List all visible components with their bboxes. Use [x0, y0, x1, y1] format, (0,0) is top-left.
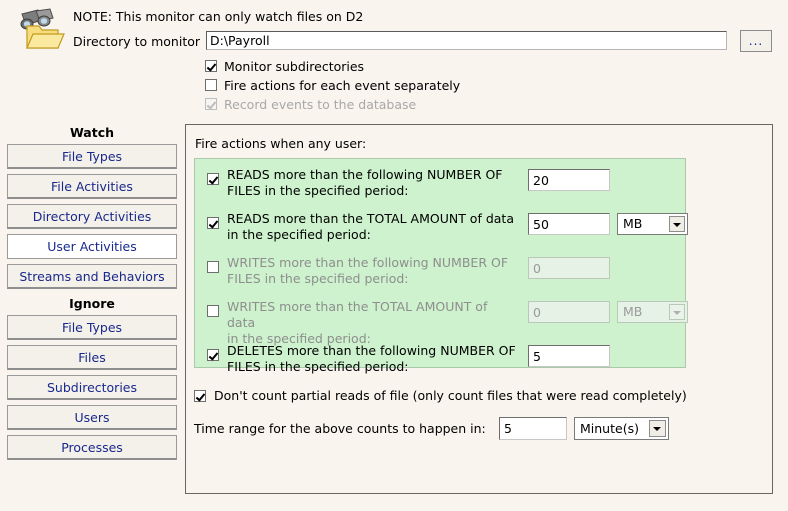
option-label: Fire actions for each event separately	[224, 77, 461, 93]
option-dont-count-partial-reads[interactable]: Don't count partial reads of file (only …	[194, 388, 687, 403]
select-reads-total-amount-unit[interactable]: MB	[617, 213, 688, 235]
directory-input[interactable]	[206, 31, 727, 50]
sidebar-heading-ignore: Ignore	[69, 296, 115, 311]
rule-label-line1: DELETES more than the following NUMBER O…	[227, 343, 516, 358]
sidebar: Watch File Types File Activities Directo…	[0, 124, 184, 511]
sidebar-item-ignore-subdirectories[interactable]: Subdirectories	[7, 375, 177, 400]
checkbox-reads-total-amount[interactable]	[207, 217, 219, 229]
rule-label-deletes-file-count: DELETES more than the following NUMBER O…	[227, 343, 517, 375]
input-deletes-file-count[interactable]	[528, 345, 610, 367]
sidebar-item-ignore-processes[interactable]: Processes	[7, 435, 177, 460]
input-writes-file-count	[528, 257, 610, 279]
option-record-events-to-database: Record events to the database	[205, 95, 416, 113]
rule-row-writes-file-count[interactable]: WRITES more than the following NUMBER OF…	[195, 255, 685, 295]
option-label: Monitor subdirectories	[224, 58, 365, 74]
chevron-down-icon	[669, 304, 685, 320]
checkbox-monitor-subdirectories[interactable]	[205, 60, 217, 72]
directory-label: Directory to monitor	[73, 34, 201, 49]
chevron-down-icon[interactable]	[649, 420, 666, 437]
rule-label-writes-total-amount: WRITES more than the TOTAL AMOUNT of dat…	[227, 299, 517, 347]
rule-label-reads-total-amount: READS more than the TOTAL AMOUNT of data…	[227, 211, 517, 243]
rule-label-line2: in the specified period:	[227, 227, 371, 242]
checkbox-reads-file-count[interactable]	[207, 173, 219, 185]
select-writes-total-amount-unit: MB	[617, 301, 688, 323]
checkbox-dont-count-partial-reads[interactable]	[194, 389, 206, 402]
rule-label-line2: FILES in the specified period:	[227, 183, 409, 198]
checkbox-deletes-file-count[interactable]	[207, 349, 219, 361]
rule-label-line2: FILES in the specified period:	[227, 271, 409, 286]
time-range-label: Time range for the above counts to happe…	[194, 421, 486, 436]
checkbox-fire-actions-separately[interactable]	[205, 79, 217, 91]
option-label: Record events to the database	[224, 96, 417, 112]
sidebar-item-watch-file-activities[interactable]: File Activities	[7, 174, 177, 199]
rule-label-line1: WRITES more than the TOTAL AMOUNT of dat…	[227, 299, 488, 330]
main-panel: Fire actions when any user: READS more t…	[185, 124, 773, 494]
rule-row-reads-total-amount[interactable]: READS more than the TOTAL AMOUNT of data…	[195, 211, 688, 251]
sidebar-item-watch-streams-and-behaviors[interactable]: Streams and Behaviors	[7, 264, 177, 289]
rule-label-line2: FILES in the specified period:	[227, 359, 409, 374]
rule-row-deletes-file-count[interactable]: DELETES more than the following NUMBER O…	[195, 343, 685, 383]
chevron-down-icon[interactable]	[669, 216, 685, 232]
rule-label-line1: WRITES more than the following NUMBER OF	[227, 255, 509, 270]
rule-row-writes-total-amount[interactable]: WRITES more than the TOTAL AMOUNT of dat…	[195, 299, 688, 346]
option-monitor-subdirectories[interactable]: Monitor subdirectories	[205, 57, 364, 75]
sidebar-item-ignore-file-types[interactable]: File Types	[7, 315, 177, 340]
sidebar-item-ignore-files[interactable]: Files	[7, 345, 177, 370]
selected-unit-label: Minute(s)	[580, 421, 639, 436]
note-text: NOTE: This monitor can only watch files …	[73, 9, 364, 24]
time-range-input[interactable]	[499, 417, 567, 440]
sidebar-heading-watch: Watch	[69, 125, 115, 140]
rule-label-reads-file-count: READS more than the following NUMBER OF …	[227, 167, 517, 199]
rule-label-line1: READS more than the TOTAL AMOUNT of data	[227, 211, 514, 226]
header-section: NOTE: This monitor can only watch files …	[0, 0, 788, 122]
input-writes-total-amount	[528, 301, 610, 323]
panel-title: Fire actions when any user:	[195, 136, 367, 151]
rule-row-reads-file-count[interactable]: READS more than the following NUMBER OF …	[195, 167, 685, 207]
browse-button[interactable]: ...	[740, 30, 772, 52]
rule-label-line1: READS more than the following NUMBER OF	[227, 167, 503, 182]
input-reads-file-count[interactable]	[528, 169, 610, 191]
selected-unit-label: MB	[623, 216, 643, 231]
input-reads-total-amount[interactable]	[528, 213, 610, 235]
selected-unit-label: MB	[623, 304, 643, 319]
option-label: Don't count partial reads of file (only …	[214, 388, 687, 403]
checkbox-record-events-to-database	[205, 98, 217, 110]
checkbox-writes-total-amount[interactable]	[207, 305, 219, 317]
sidebar-item-watch-file-types[interactable]: File Types	[7, 144, 177, 169]
rules-group: READS more than the following NUMBER OF …	[194, 158, 688, 374]
folder-monitor-icon	[20, 8, 65, 49]
checkbox-writes-file-count[interactable]	[207, 261, 219, 273]
sidebar-item-watch-user-activities[interactable]: User Activities	[7, 234, 177, 259]
select-time-range-unit[interactable]: Minute(s)	[574, 417, 669, 440]
option-fire-actions-separately[interactable]: Fire actions for each event separately	[205, 76, 460, 94]
sidebar-item-ignore-users[interactable]: Users	[7, 405, 177, 430]
sidebar-item-watch-directory-activities[interactable]: Directory Activities	[7, 204, 177, 229]
rule-label-writes-file-count: WRITES more than the following NUMBER OF…	[227, 255, 517, 287]
